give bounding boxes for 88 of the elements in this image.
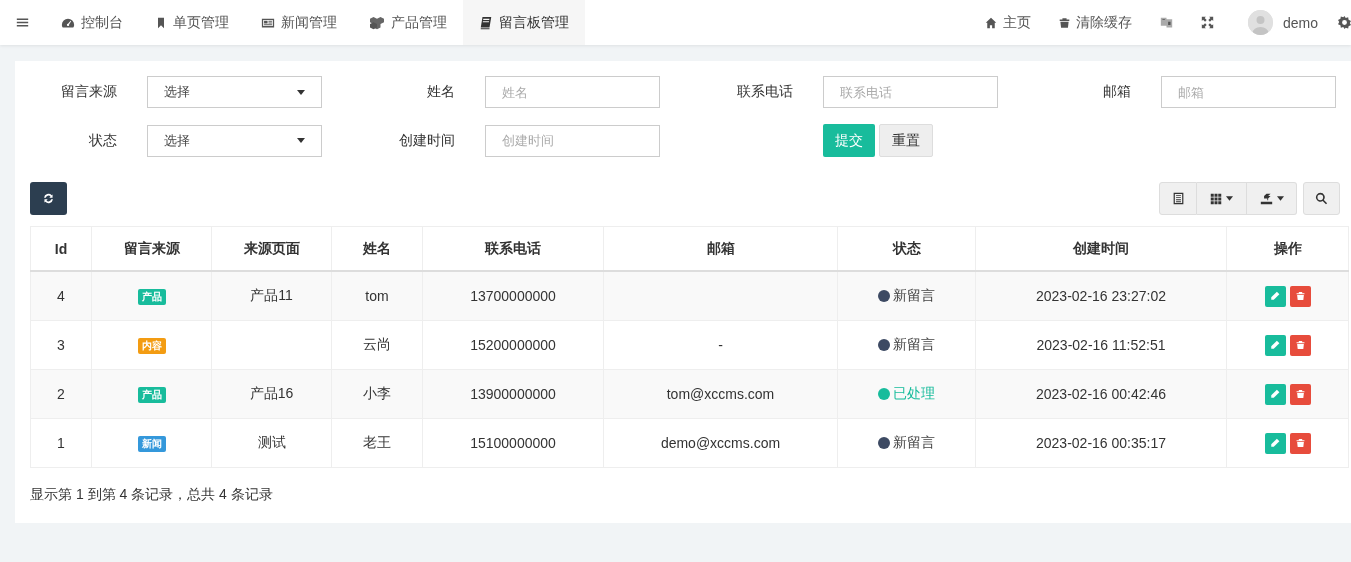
status-text: 新留言 (893, 434, 935, 452)
nav-tab[interactable]: 单页管理 (139, 0, 245, 45)
search-icon (1315, 192, 1328, 205)
trash-icon (1295, 340, 1305, 350)
table-cell: 2023-02-16 00:42:46 (975, 369, 1227, 419)
list-icon (1171, 192, 1185, 205)
book-icon (479, 15, 493, 30)
table-cell: 15200000000 (422, 320, 604, 370)
table-cell: tom@xccms.com (603, 369, 838, 419)
table-cell: 产品11 (211, 271, 332, 321)
trash-icon (1295, 438, 1305, 448)
input-field[interactable]: 邮箱 (1161, 76, 1336, 108)
edit-button[interactable] (1264, 432, 1286, 454)
delete-button[interactable] (1289, 285, 1311, 307)
table-cell: tom (331, 271, 423, 321)
source-tag: 新闻 (137, 436, 166, 452)
caret-icon (1226, 196, 1233, 201)
table-cell: demo@xccms.com (603, 418, 838, 468)
input-field[interactable]: 联系电话 (823, 76, 998, 108)
source-tag: 内容 (137, 338, 166, 354)
trash-icon (1295, 389, 1305, 399)
nav-tab[interactable]: 留言板管理 (463, 0, 585, 45)
trash-icon (1058, 16, 1070, 29)
gear-icon (1338, 16, 1351, 29)
refresh-button[interactable] (30, 182, 67, 215)
table-cell: 云尚 (331, 320, 423, 370)
status-text: 已处理 (893, 385, 935, 403)
nav-tab[interactable]: 新闻管理 (245, 0, 353, 45)
pagination-info: 显示第 1 到第 4 条记录，总共 4 条记录 (30, 486, 274, 504)
table-cell: 13900000000 (422, 369, 604, 419)
table-cell: 4 (30, 271, 92, 321)
field-label: 状态 (88, 131, 117, 150)
table-cell: 2023-02-16 00:35:17 (975, 418, 1227, 468)
search-button[interactable] (1303, 182, 1340, 215)
menu-icon (16, 16, 29, 29)
home-icon (984, 16, 997, 29)
table-cell: 产品16 (211, 369, 332, 419)
columns-button[interactable] (1197, 182, 1247, 215)
table-cell: 15100000000 (422, 418, 604, 468)
status-text: 新留言 (893, 287, 935, 305)
caret-icon (297, 89, 305, 95)
table-cell: 1 (30, 418, 92, 468)
grid-icon (1210, 192, 1222, 205)
table-cell: 3 (30, 320, 92, 370)
table-cell: 13700000000 (422, 271, 604, 321)
pencil-icon (1270, 291, 1280, 301)
table-cell: 2 (30, 369, 92, 419)
pencil-icon (1270, 389, 1280, 399)
table-cell: 2023-02-16 11:52:51 (975, 320, 1227, 370)
nav-link[interactable]: 清除缓存 (1044, 0, 1146, 45)
nav-link[interactable]: 主页 (970, 0, 1045, 45)
delete-button[interactable] (1289, 383, 1311, 405)
edit-button[interactable] (1264, 383, 1286, 405)
table-cell: 2023-02-16 23:27:02 (975, 271, 1227, 321)
field-label: 邮箱 (1102, 83, 1131, 101)
caret-icon (1276, 196, 1284, 201)
delete-button[interactable] (1289, 432, 1311, 454)
caret-icon (297, 138, 305, 143)
nav-tab[interactable]: 产品管理 (353, 0, 463, 45)
fullscreen-icon (1200, 16, 1214, 29)
pencil-icon (1270, 438, 1280, 448)
field-label: 创建时间 (398, 131, 455, 150)
delete-button[interactable] (1289, 334, 1311, 356)
nav-tab[interactable]: 控制台 (45, 0, 139, 45)
status-text: 新留言 (893, 336, 935, 354)
pencil-icon (1270, 340, 1280, 350)
export-button[interactable] (1247, 182, 1297, 215)
table-cell: 老王 (331, 418, 423, 468)
field-label: 联系电话 (736, 83, 793, 101)
refresh-icon (42, 192, 55, 205)
bookmark-icon (155, 15, 167, 30)
select-field[interactable]: 选择 (147, 76, 322, 108)
input-field[interactable]: 姓名 (485, 76, 660, 108)
user-name[interactable]: demo (1282, 14, 1318, 31)
edit-button[interactable] (1264, 285, 1286, 307)
table-cell: 测试 (211, 418, 332, 468)
toggle-view-button[interactable] (1159, 182, 1197, 215)
input-field[interactable]: 创建时间 (485, 124, 660, 157)
source-tag: 产品 (137, 289, 166, 305)
source-tag: 产品 (137, 387, 166, 403)
table-cell: - (603, 320, 838, 370)
field-label: 留言来源 (60, 83, 117, 101)
reset-button[interactable]: 重置 (879, 124, 933, 157)
table-cell: 小李 (331, 369, 423, 419)
field-label: 姓名 (426, 83, 455, 101)
select-field[interactable]: 选择 (147, 124, 322, 157)
edit-button[interactable] (1264, 334, 1286, 356)
trash-icon (1295, 291, 1305, 301)
